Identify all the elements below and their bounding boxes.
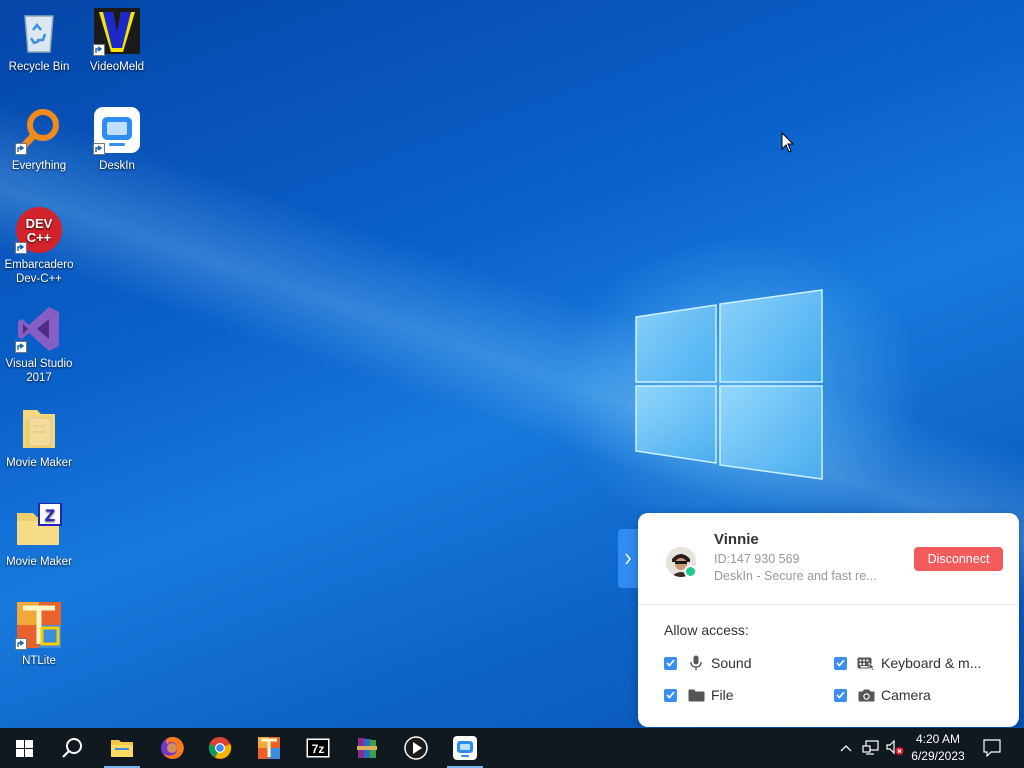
clock-time: 4:20 AM	[915, 732, 961, 746]
zip-badge-text: Z	[45, 506, 55, 525]
deskin-connection-panel: Vinnie ID:147 930 569 DeskIn - Secure an…	[638, 513, 1019, 727]
permission-camera[interactable]: Camera	[834, 687, 931, 703]
svg-text:7z: 7z	[312, 742, 325, 756]
show-hidden-icons-button[interactable]	[838, 738, 854, 758]
shortcut-arrow-icon	[15, 242, 27, 254]
clock-date: 6/29/2023	[911, 749, 965, 763]
start-button[interactable]	[0, 728, 48, 768]
online-status-badge	[684, 565, 697, 578]
sound-checkbox[interactable]	[664, 656, 677, 670]
microphone-icon	[687, 655, 705, 671]
shortcut-arrow-icon	[15, 638, 27, 650]
ntlite-icon	[258, 737, 280, 759]
taskbar-7zip[interactable]: 7z	[294, 728, 342, 768]
winrar-icon	[357, 738, 377, 758]
visual-studio-icon	[15, 305, 63, 353]
taskbar-clock[interactable]: 4:20 AM 6/29/2023	[896, 731, 980, 765]
permission-label: File	[711, 687, 734, 703]
notification-icon	[983, 739, 1001, 757]
taskbar-deskin[interactable]	[441, 728, 489, 768]
disconnect-button[interactable]: Disconnect	[914, 547, 1003, 571]
network-status-button[interactable]	[860, 738, 882, 758]
keyboard-icon	[857, 655, 875, 671]
shortcut-arrow-icon	[93, 44, 105, 56]
collapse-panel-button[interactable]	[618, 529, 638, 588]
taskbar-winrar[interactable]	[343, 728, 391, 768]
permission-label: Sound	[711, 655, 752, 671]
taskbar-video-player[interactable]	[392, 728, 440, 768]
panel-header: Vinnie ID:147 930 569 DeskIn - Secure an…	[638, 513, 1019, 605]
desktop-icon-label: Everything	[11, 160, 67, 172]
taskbar-ntlite[interactable]	[245, 728, 293, 768]
mouse-cursor-icon	[781, 132, 795, 153]
taskbar-firefox[interactable]	[148, 728, 196, 768]
desktop-icon-ntlite[interactable]: NTLite	[0, 602, 78, 668]
svg-text:C++: C++	[27, 230, 52, 245]
chevron-up-icon	[840, 745, 852, 752]
folder-icon	[687, 687, 705, 703]
desktop-icon-label: NTLite	[22, 655, 56, 667]
file-explorer-icon	[111, 740, 133, 757]
desktop-icon-label: Movie Maker	[6, 457, 72, 469]
search-icon	[62, 738, 82, 758]
shortcut-arrow-icon	[15, 341, 27, 353]
play-icon	[404, 736, 428, 760]
firefox-icon	[161, 736, 184, 759]
zip-folder-icon: Z	[15, 502, 63, 551]
desktop-icon-label: Recycle Bin	[8, 61, 70, 73]
shortcut-arrow-icon	[15, 143, 27, 155]
7zip-icon: 7z	[306, 738, 330, 758]
desktop-icon-videomeld[interactable]: VideoMeld	[78, 8, 156, 74]
desktop-icon-label: DeskIn	[99, 160, 135, 172]
remote-user-name: Vinnie	[714, 531, 759, 548]
videomeld-icon	[93, 8, 141, 56]
windows-start-icon	[15, 739, 33, 757]
desktop-icon-everything[interactable]: Everything	[0, 107, 78, 173]
desktop-icon-label: VideoMeld	[89, 61, 145, 73]
permission-file[interactable]: File	[664, 687, 734, 703]
taskbar-file-explorer[interactable]	[98, 728, 146, 768]
ntlite-icon	[15, 602, 63, 650]
desktop-icon-visual-studio[interactable]: Visual Studio 2017	[0, 305, 78, 385]
windows-logo-wallpaper	[635, 289, 823, 480]
desktop-icon-recycle-bin[interactable]: Recycle Bin	[0, 8, 78, 74]
remote-user-description: DeskIn - Secure and fast re...	[714, 569, 877, 583]
action-center-button[interactable]	[980, 738, 1004, 758]
permission-sound[interactable]: Sound	[664, 655, 751, 671]
remote-user-id: ID:147 930 569	[714, 552, 800, 566]
taskbar-search-button[interactable]	[48, 728, 96, 768]
everything-magnifier-icon	[15, 107, 63, 155]
permission-label: Camera	[881, 687, 931, 703]
desktop-icon-label: Embarcadero Dev-C++	[4, 259, 74, 285]
desktop-icon-label: Visual Studio 2017	[5, 358, 73, 384]
keyboard-mouse-checkbox[interactable]	[834, 656, 847, 670]
taskbar: 7z 4:20 AM 6/29/2023	[0, 728, 1024, 768]
file-checkbox[interactable]	[664, 688, 677, 702]
camera-icon	[857, 687, 875, 703]
deskin-app-icon	[453, 736, 477, 760]
deskin-app-icon	[93, 107, 141, 155]
chevron-right-icon	[625, 553, 631, 564]
camera-checkbox[interactable]	[834, 688, 847, 702]
recycle-bin-icon	[15, 8, 63, 56]
dev-cpp-icon: DEV C++	[15, 206, 63, 254]
network-icon	[862, 740, 879, 755]
svg-text:DEV: DEV	[26, 216, 53, 231]
permission-label: Keyboard & m...	[881, 655, 982, 671]
chrome-icon	[208, 736, 232, 759]
folder-icon	[15, 404, 63, 452]
allow-access-label: Allow access:	[664, 622, 749, 638]
desktop-icon-movie-maker-zip[interactable]: Z Movie Maker	[0, 502, 78, 569]
desktop-icon-label: Movie Maker	[6, 556, 72, 568]
taskbar-chrome[interactable]	[196, 728, 244, 768]
desktop-icon-deskin[interactable]: DeskIn	[78, 107, 156, 173]
desktop-icon-movie-maker-folder[interactable]: Movie Maker	[0, 404, 78, 470]
desktop-icon-dev-cpp[interactable]: DEV C++ Embarcadero Dev-C++	[0, 206, 78, 286]
permission-keyboard-mouse[interactable]: Keyboard & m...	[834, 655, 981, 671]
shortcut-arrow-icon	[93, 143, 105, 155]
